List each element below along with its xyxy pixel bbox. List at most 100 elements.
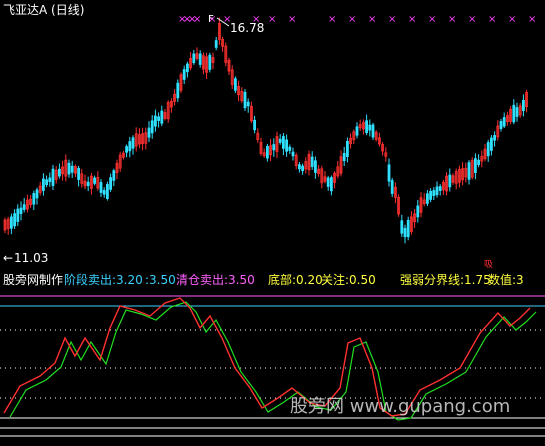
candle-body [77,167,80,180]
candle-body [214,40,218,48]
top-marker: × [408,14,416,25]
candle-body [515,107,519,117]
candle-body [243,91,247,109]
candle-body [435,186,439,196]
candle-body [45,179,48,186]
top-marker: × [388,14,396,25]
candle-body [400,220,404,234]
candle-body [176,82,180,99]
candle-body [109,177,112,190]
candle-body [147,127,151,138]
candle-body [416,205,420,218]
candle-body [22,204,26,210]
candle-body [13,213,17,227]
candle-body [99,182,103,193]
candle-body [48,177,52,183]
candle-body [387,164,391,182]
top-marker: × [448,14,456,25]
candle-body [365,120,369,134]
top-marker: × [488,14,496,25]
candle-body [345,141,349,157]
candle-body [432,190,436,196]
top-marker: × [328,14,336,25]
candle-body [448,174,452,188]
candle-body [272,144,276,151]
candle-body [182,69,186,80]
candle-body [329,177,333,192]
peak-marker: F [208,14,214,25]
candle-body [301,165,305,172]
candle-body [185,63,189,73]
candle-body [86,181,90,186]
candle-body [93,177,96,184]
top-marker: × [508,14,516,25]
candlestick-chart[interactable]: ×××× × × × × × × × × × × × × × × × ×F [0,0,545,268]
candle-body [32,193,36,205]
top-marker: × [428,14,436,25]
price-chart-panel[interactable]: 飞亚达A (日线) × × × × × × × × × × × × × × × × × × × × F 16.78 ← … [0,0,545,270]
candle-body [51,168,55,186]
candle-body [160,110,164,124]
candle-body [438,186,442,191]
candle-body [150,120,154,134]
candle-body [425,193,429,204]
candle-body [106,184,109,199]
candle-body [291,151,295,157]
candle-body [310,156,314,167]
top-marker: × [193,14,201,25]
candle-body [355,126,359,136]
candle-body [253,119,257,131]
candle-body [512,104,516,123]
low-price-arrow: ← [3,251,14,265]
candle-body [208,54,212,70]
candle-body [19,207,23,214]
candle-body [486,142,490,157]
candle-body [285,139,289,152]
candle-body [429,190,433,200]
candle-body [522,100,525,111]
candle-body [326,177,330,187]
candle-body [198,53,202,65]
top-marker: × [368,14,376,25]
candle-body [112,170,116,181]
top-marker: × [268,14,276,25]
candle-body [131,137,135,149]
candle-body [467,162,471,180]
candle-body [125,146,128,153]
candle-body [313,160,317,173]
candle-body [233,78,237,91]
candle-body [342,152,346,162]
top-marker: × [348,14,356,25]
candle-body [281,136,285,149]
candle-body [489,137,493,151]
candle-body [246,101,250,107]
candle-body [297,164,301,170]
candle-body [35,189,39,199]
indicator-chart[interactable] [0,268,545,446]
candle-body [499,121,503,129]
candle-body [473,158,477,174]
candle-body [153,115,157,127]
low-price-label: 11.03 [14,251,49,265]
candle-body [493,135,497,141]
indicator-panel[interactable]: 股旁网制作 阶段卖出:3.20 :3.50 清仓卖出:3.50 底部:0.20 … [0,268,545,446]
candle-body [477,159,481,165]
candle-body [192,53,196,64]
candle-body [502,117,506,127]
candle-body [42,178,45,191]
top-marker: × [528,14,536,25]
candle-body [390,180,394,194]
candle-body [102,189,106,195]
top-marker: × [288,14,296,25]
candle-body [288,146,292,151]
candle-body [265,146,269,159]
candle-body [157,116,161,121]
high-price-label: 16.78 [230,21,265,35]
candle-body [16,208,20,222]
candle-body [403,227,407,238]
candle-body [368,124,372,131]
candle-body [278,138,282,143]
candle-body [9,216,13,229]
watermark: 股旁网 www.gupang.com [290,396,511,417]
candle-body [371,124,375,138]
